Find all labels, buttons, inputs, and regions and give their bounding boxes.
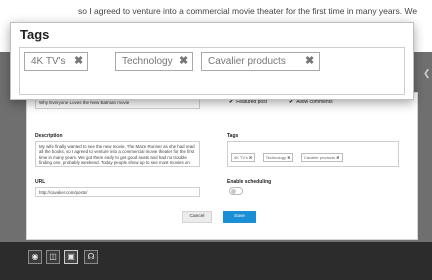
eye-icon[interactable]: ◉ [28, 250, 42, 264]
description-label: Description [35, 133, 63, 139]
tag-chip-small[interactable]: Technology ✖ [262, 153, 294, 162]
tag-chip[interactable]: Cavalier products ✖ [201, 52, 320, 71]
tag-label: 4K TV's [31, 56, 66, 67]
tags-label: Tags [227, 133, 239, 139]
post-editor-panel: Why Everyone Loves the New Batman movie … [26, 92, 418, 240]
save-button[interactable]: Save [223, 211, 256, 223]
url-input[interactable]: http://cavalier.com/posts/ [35, 187, 200, 197]
tag-chip[interactable]: Technology ✖ [115, 52, 193, 71]
scheduling-label: Enable scheduling [227, 179, 272, 185]
tag-label: Technology [122, 56, 173, 67]
tag-label: Cavalier products [208, 56, 286, 67]
tag-label: Cavalier products [303, 155, 336, 160]
cancel-button[interactable]: Cancel [182, 211, 212, 223]
url-label: URL [35, 179, 46, 185]
remove-tag-icon[interactable]: ✖ [179, 53, 188, 70]
tag-label: Technology [265, 155, 286, 160]
tag-label: 4K TV's [234, 155, 248, 160]
tag-chip[interactable]: 4K TV's ✖ [24, 52, 88, 71]
tags-heading: Tags [20, 27, 50, 42]
chevron-left-icon[interactable]: ❮ [423, 68, 431, 79]
tags-input[interactable]: 4K TV's ✖ Technology ✖ Cavalier products… [19, 47, 405, 95]
image-toolbar: ◉ ◫ ▣ ☊ [0, 242, 432, 280]
tag-chip-small[interactable]: 4K TV's ✖ [231, 153, 256, 162]
crop-icon[interactable]: ▣ [64, 250, 78, 264]
description-textarea[interactable]: My wife finally wanted to see the new mo… [35, 141, 200, 167]
scheduling-toggle[interactable] [229, 187, 243, 195]
stamp-icon[interactable]: ☊ [84, 250, 98, 264]
trash-icon[interactable]: ◫ [46, 250, 60, 264]
tags-zoom-callout: Tags 4K TV's ✖ Technology ✖ Cavalier pro… [10, 22, 414, 100]
tag-chip-small[interactable]: Cavalier products ✖ [300, 153, 343, 162]
article-text-line: so I agreed to venture into a commercial… [78, 6, 418, 16]
remove-tag-icon[interactable]: ✖ [74, 53, 83, 70]
tags-input-small[interactable]: 4K TV's ✖ Technology ✖ Cavalier products… [227, 141, 399, 167]
remove-tag-icon[interactable]: ✖ [305, 53, 314, 70]
